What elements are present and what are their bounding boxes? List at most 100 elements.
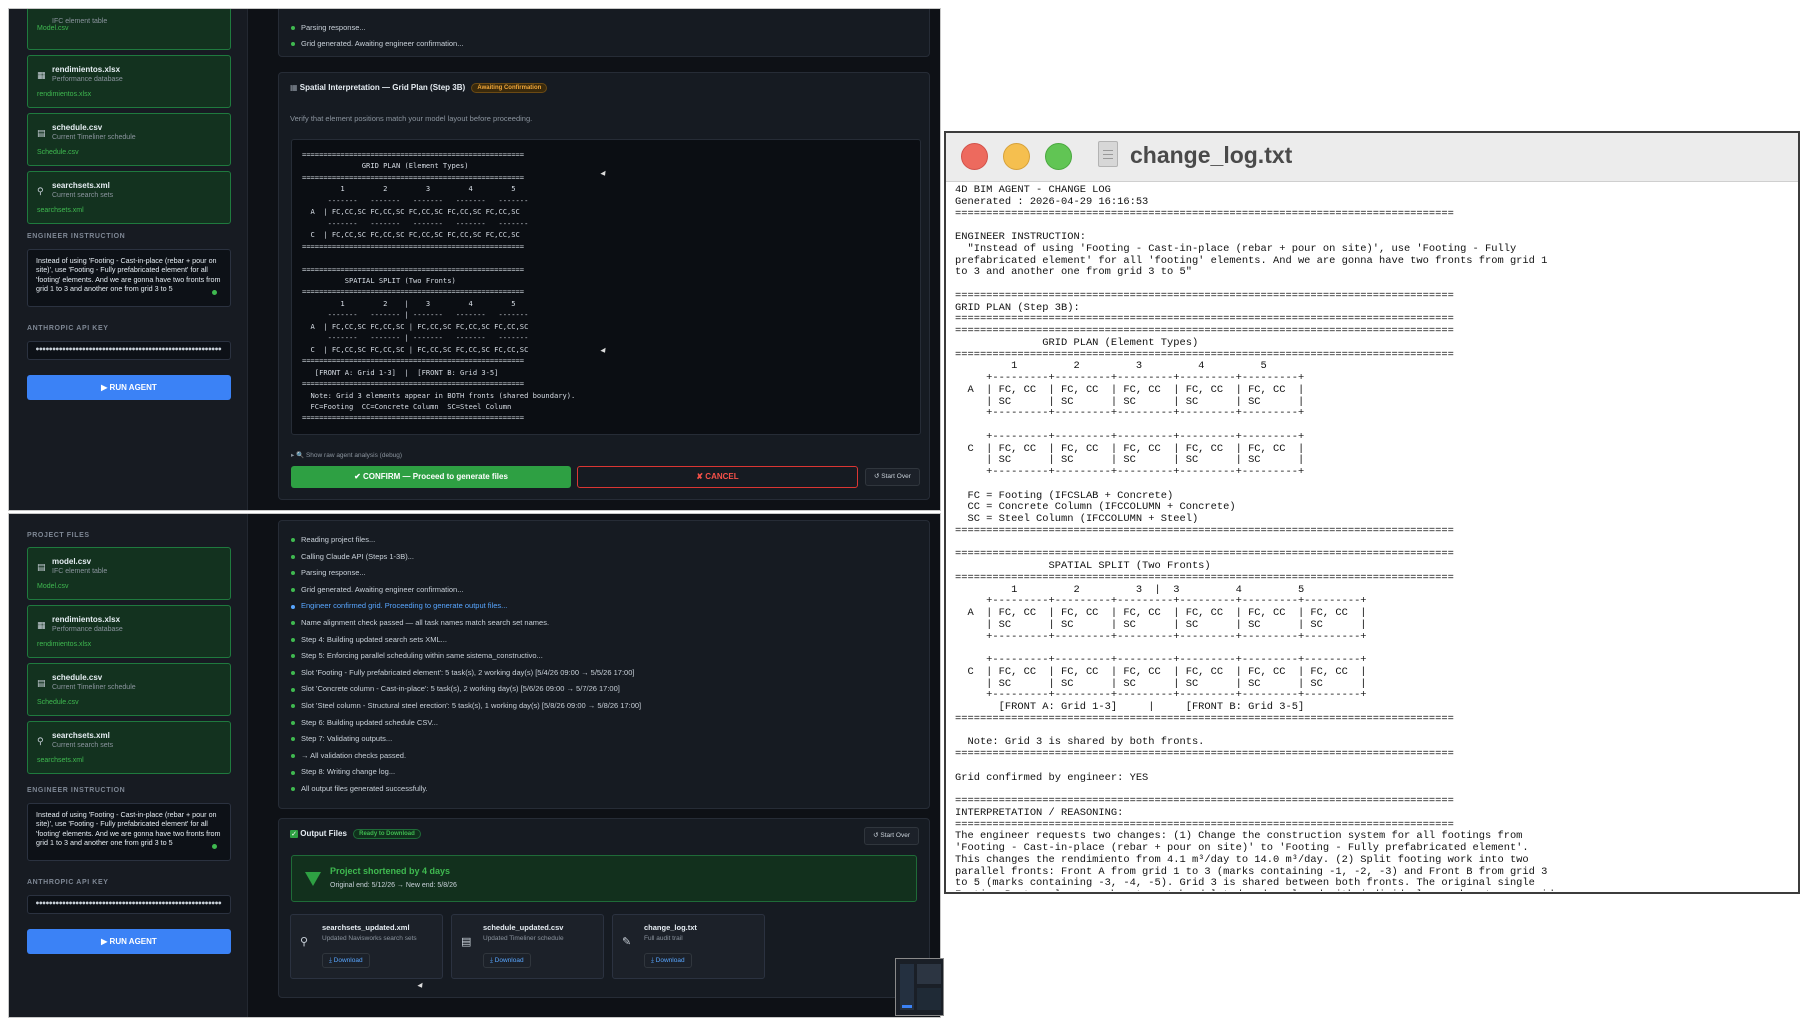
- file-name: rendimientos.xlsx: [52, 615, 121, 624]
- file-name: rendimientos.xlsx: [52, 65, 121, 74]
- run-agent-button[interactable]: ▶ RUN AGENT: [27, 929, 231, 954]
- search-icon: ⚲: [37, 737, 44, 747]
- log-entry: Grid generated. Awaiting engineer confir…: [291, 36, 463, 52]
- instruction-label: ENGINEER INSTRUCTION: [27, 787, 126, 794]
- output-title-row: ✓ Output Files Ready to Download: [290, 829, 421, 839]
- calendar-icon: ▤: [37, 679, 46, 689]
- spreadsheet-icon: ▦: [37, 71, 46, 81]
- progress-log-panel: Reading project files... Calling Claude …: [278, 520, 930, 809]
- file-card-searchsets[interactable]: ⚲ searchsets.xml Current search sets sea…: [27, 171, 231, 224]
- grid-plan-text: ========================================…: [291, 139, 921, 435]
- calendar-icon: ▤: [37, 129, 46, 139]
- run-agent-button[interactable]: ▶ RUN AGENT: [27, 375, 231, 400]
- file-card-rendimientos[interactable]: ▦ rendimientos.xlsx Performance database…: [27, 605, 231, 658]
- thumb-part: [917, 964, 941, 984]
- cancel-button[interactable]: ✘ CANCEL: [577, 466, 858, 488]
- log-entry: Name alignment check passed — all task n…: [291, 615, 641, 632]
- output-file-desc: Updated Navisworks search sets: [322, 935, 417, 942]
- file-small: Model.csv: [37, 583, 69, 590]
- zoom-window-button[interactable]: [1045, 143, 1072, 170]
- instruction-textarea[interactable]: Instead of using 'Footing - Cast-in-plac…: [27, 249, 231, 307]
- download-button[interactable]: ⤓ Download: [644, 953, 692, 968]
- instruction-label: ENGINEER INSTRUCTION: [27, 233, 126, 240]
- output-file-desc: Updated Timeliner schedule: [483, 935, 564, 942]
- status-badge: Awaiting Confirmation: [471, 83, 548, 93]
- app-screenshot-output: PROJECT FILES ▤ model.csv IFC element ta…: [8, 513, 941, 1018]
- start-over-button[interactable]: ↺ Start Over: [865, 468, 920, 486]
- savings-banner: Project shortened by 4 days Original end…: [291, 855, 917, 902]
- output-file-desc: Full audit trail: [644, 935, 683, 942]
- sidebar: PROJECT FILES ▤ model.csv IFC element ta…: [9, 514, 248, 1017]
- screenshot-thumbnail[interactable]: [895, 958, 944, 1016]
- close-window-button[interactable]: [961, 143, 988, 170]
- file-card-searchsets[interactable]: ⚲ searchsets.xml Current search sets sea…: [27, 721, 231, 774]
- minimize-window-button[interactable]: [1003, 143, 1030, 170]
- instruction-text: Instead of using 'Footing - Cast-in-plac…: [36, 256, 221, 294]
- file-small: searchsets.xml: [37, 207, 84, 214]
- file-name: schedule.csv: [52, 673, 103, 682]
- api-key-input[interactable]: ••••••••••••••••••••••••••••••••••••••••…: [27, 895, 231, 914]
- file-name: model.csv: [52, 557, 92, 566]
- search-icon: ⚲: [300, 935, 309, 948]
- log-entry: Parsing response...: [291, 565, 641, 582]
- banner-subtitle: Original end: 5/12/26 → New end: 5/8/26: [330, 882, 457, 889]
- grid-icon: ▦: [290, 83, 298, 92]
- api-key-label: ANTHROPIC API KEY: [27, 879, 109, 886]
- file-desc: Performance database: [52, 76, 123, 83]
- file-small: Schedule.csv: [37, 149, 79, 156]
- instruction-textarea[interactable]: Instead of using 'Footing - Cast-in-plac…: [27, 803, 231, 861]
- download-button[interactable]: ⤓ Download: [483, 953, 531, 968]
- file-small: rendimientos.xlsx: [37, 91, 92, 98]
- log-entry: Slot 'Steel column - Structural steel er…: [291, 698, 641, 715]
- banner-title: Project shortened by 4 days: [330, 866, 451, 876]
- table-icon: ▤: [37, 563, 46, 573]
- file-desc: Current search sets: [52, 192, 114, 199]
- file-desc: Current Timeliner schedule: [52, 134, 136, 141]
- file-card-rendimientos[interactable]: ▦ rendimientos.xlsx Performance database…: [27, 55, 231, 108]
- log-entry: Reading project files...: [291, 532, 641, 549]
- file-card-schedule[interactable]: ▤ schedule.csv Current Timeliner schedul…: [27, 663, 231, 716]
- window-titlebar[interactable]: change_log.txt: [946, 133, 1798, 182]
- log-entry: All output files generated successfully.: [291, 781, 641, 798]
- file-small: Schedule.csv: [37, 699, 79, 706]
- status-dot-icon: [212, 844, 217, 849]
- start-over-button[interactable]: ↺ Start Over: [864, 827, 919, 845]
- api-key-input[interactable]: ••••••••••••••••••••••••••••••••••••••••…: [27, 341, 231, 360]
- log-entry: Parsing response...: [291, 20, 463, 36]
- document-icon: [1098, 141, 1118, 167]
- instruction-text: Instead of using 'Footing - Cast-in-plac…: [36, 810, 221, 848]
- thumb-part: [900, 964, 914, 1010]
- panel-title: Output Files: [300, 829, 347, 838]
- output-file-card: ▤ schedule_updated.csv Updated Timeliner…: [451, 914, 604, 979]
- file-card-model[interactable]: IFC element table Model.csv: [27, 9, 231, 50]
- spatial-title-row: ▦ Spatial Interpretation — Grid Plan (St…: [290, 83, 548, 93]
- thumb-part: [917, 988, 941, 1010]
- log-entry: Slot 'Footing - Fully prefabricated elem…: [291, 665, 641, 682]
- progress-log: Parsing response... Grid generated. Awai…: [291, 20, 463, 52]
- file-name: searchsets.xml: [52, 181, 110, 190]
- status-badge: Ready to Download: [353, 829, 421, 839]
- spatial-interpretation-panel: ▦ Spatial Interpretation — Grid Plan (St…: [278, 72, 930, 500]
- debug-toggle[interactable]: ▸ 🔍 Show raw agent analysis (debug): [291, 451, 402, 459]
- output-file-name: change_log.txt: [644, 923, 697, 932]
- file-desc: IFC element table: [52, 18, 108, 25]
- search-icon: ⚲: [37, 187, 44, 197]
- panel-title: Spatial Interpretation — Grid Plan (Step…: [299, 83, 466, 92]
- download-button[interactable]: ⤓ Download: [322, 953, 370, 968]
- file-desc: IFC element table: [52, 568, 108, 575]
- panel-subtitle: Verify that element positions match your…: [290, 114, 533, 123]
- log-entry: → All validation checks passed.: [291, 748, 641, 765]
- calendar-icon: ▤: [461, 935, 472, 948]
- confirm-button[interactable]: ✔ CONFIRM — Proceed to generate files: [291, 466, 571, 488]
- text-editor-window: change_log.txt 4D BIM AGENT - CHANGE LOG…: [944, 131, 1800, 894]
- file-card-model[interactable]: ▤ model.csv IFC element table Model.csv: [27, 547, 231, 600]
- log-entry: Calling Claude API (Steps 1-3B)...: [291, 549, 641, 566]
- progress-log: Reading project files... Calling Claude …: [291, 532, 641, 798]
- output-file-name: schedule_updated.csv: [483, 923, 564, 932]
- log-entry: Step 8: Writing change log...: [291, 764, 641, 781]
- log-entry: Step 4: Building updated search sets XML…: [291, 632, 641, 649]
- status-dot-icon: [212, 290, 217, 295]
- document-text[interactable]: 4D BIM AGENT - CHANGE LOG Generated : 20…: [955, 185, 1795, 891]
- file-small: rendimientos.xlsx: [37, 641, 92, 648]
- file-card-schedule[interactable]: ▤ schedule.csv Current Timeliner schedul…: [27, 113, 231, 166]
